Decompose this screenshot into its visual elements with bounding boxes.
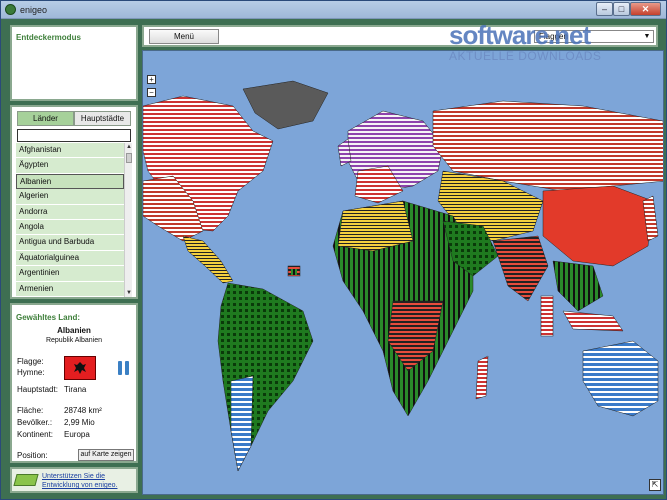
country-name: Albanien — [57, 326, 91, 335]
list-item[interactable]: Ägypten — [16, 158, 124, 174]
toolbar: Menü Flaggen ▼ — [142, 25, 658, 47]
flag-label: Flagge: — [17, 357, 44, 366]
resize-icon[interactable]: ⇱ — [649, 479, 661, 491]
country-full-name: Republik Albanien — [45, 337, 103, 344]
capital-value: Tirana — [64, 385, 87, 394]
list-item[interactable]: Argentinien — [16, 266, 124, 282]
scroll-thumb[interactable] — [126, 153, 132, 163]
search-input[interactable] — [17, 129, 131, 142]
position-label: Position: — [17, 451, 48, 460]
title-bar: enigeo – □ ✕ — [1, 1, 666, 19]
capital-label: Hauptstadt: — [17, 385, 58, 394]
maximize-button[interactable]: □ — [613, 2, 630, 16]
country-info-panel: Gewähltes Land: Albanien Republik Albani… — [10, 303, 138, 463]
population-label: Bevölker.: — [17, 418, 53, 427]
anthem-label: Hymne: — [17, 368, 45, 377]
tab-countries[interactable]: Länder — [17, 111, 74, 126]
list-item[interactable]: Algerien — [16, 189, 124, 205]
zoom-in-button[interactable]: + — [147, 75, 156, 84]
flag-icon — [64, 356, 96, 380]
view-select-value: Flaggen — [539, 32, 568, 41]
list-item[interactable]: Äquatorialguinea — [16, 250, 124, 267]
list-item[interactable]: Andorra — [16, 204, 124, 220]
mode-panel: Entdeckermodus — [10, 25, 138, 101]
continent-label: Kontinent: — [17, 430, 54, 439]
app-globe-icon — [5, 4, 16, 15]
app-window: enigeo – □ ✕ Entdeckermodus Länder Haupt… — [0, 0, 667, 500]
pause-icon[interactable] — [116, 361, 130, 375]
world-map-graphic[interactable] — [143, 51, 664, 495]
chevron-down-icon[interactable]: ▼ — [642, 31, 652, 42]
population-value: 2,99 Mio — [64, 418, 95, 427]
window-title: enigeo — [20, 5, 48, 15]
scroll-down-icon[interactable]: ▼ — [125, 289, 133, 297]
menu-button[interactable]: Menü — [149, 29, 219, 44]
list-item-selected[interactable]: Albanien — [16, 173, 124, 190]
continent-value: Europa — [64, 430, 90, 439]
list-item[interactable]: Armenien — [16, 281, 124, 297]
list-scrollbar[interactable]: ▲ ▼ — [124, 143, 132, 297]
support-banner[interactable]: Unterstützen Sie die Entwicklung von eni… — [10, 467, 138, 493]
show-on-map-button[interactable]: auf Karte zeigen — [78, 449, 134, 461]
money-icon — [13, 474, 39, 486]
tab-capitals[interactable]: Hauptstädte — [74, 111, 131, 126]
area-label: Fläche: — [17, 406, 44, 415]
minimize-button[interactable]: – — [596, 2, 613, 16]
close-button[interactable]: ✕ — [630, 2, 661, 16]
country-list: Afghanistan Ägypten Albanien Algerien An… — [16, 143, 124, 297]
list-item[interactable]: Afghanistan — [16, 143, 124, 159]
list-item[interactable]: Antigua und Barbuda — [16, 235, 124, 251]
country-list-panel: Länder Hauptstädte Afghanistan Ägypten A… — [10, 105, 138, 299]
support-link[interactable]: Unterstützen Sie die Entwicklung von eni… — [42, 472, 136, 490]
mode-title: Entdeckermodus — [16, 33, 81, 42]
zoom-out-button[interactable]: − — [147, 88, 156, 97]
scroll-up-icon[interactable]: ▲ — [125, 143, 133, 151]
info-title: Gewähltes Land: — [16, 313, 81, 322]
area-value: 28748 km² — [64, 406, 102, 415]
list-item[interactable]: Angola — [16, 219, 124, 236]
world-map[interactable]: + − ⇱ — [142, 50, 664, 495]
view-select[interactable]: Flaggen ▼ — [534, 30, 654, 43]
